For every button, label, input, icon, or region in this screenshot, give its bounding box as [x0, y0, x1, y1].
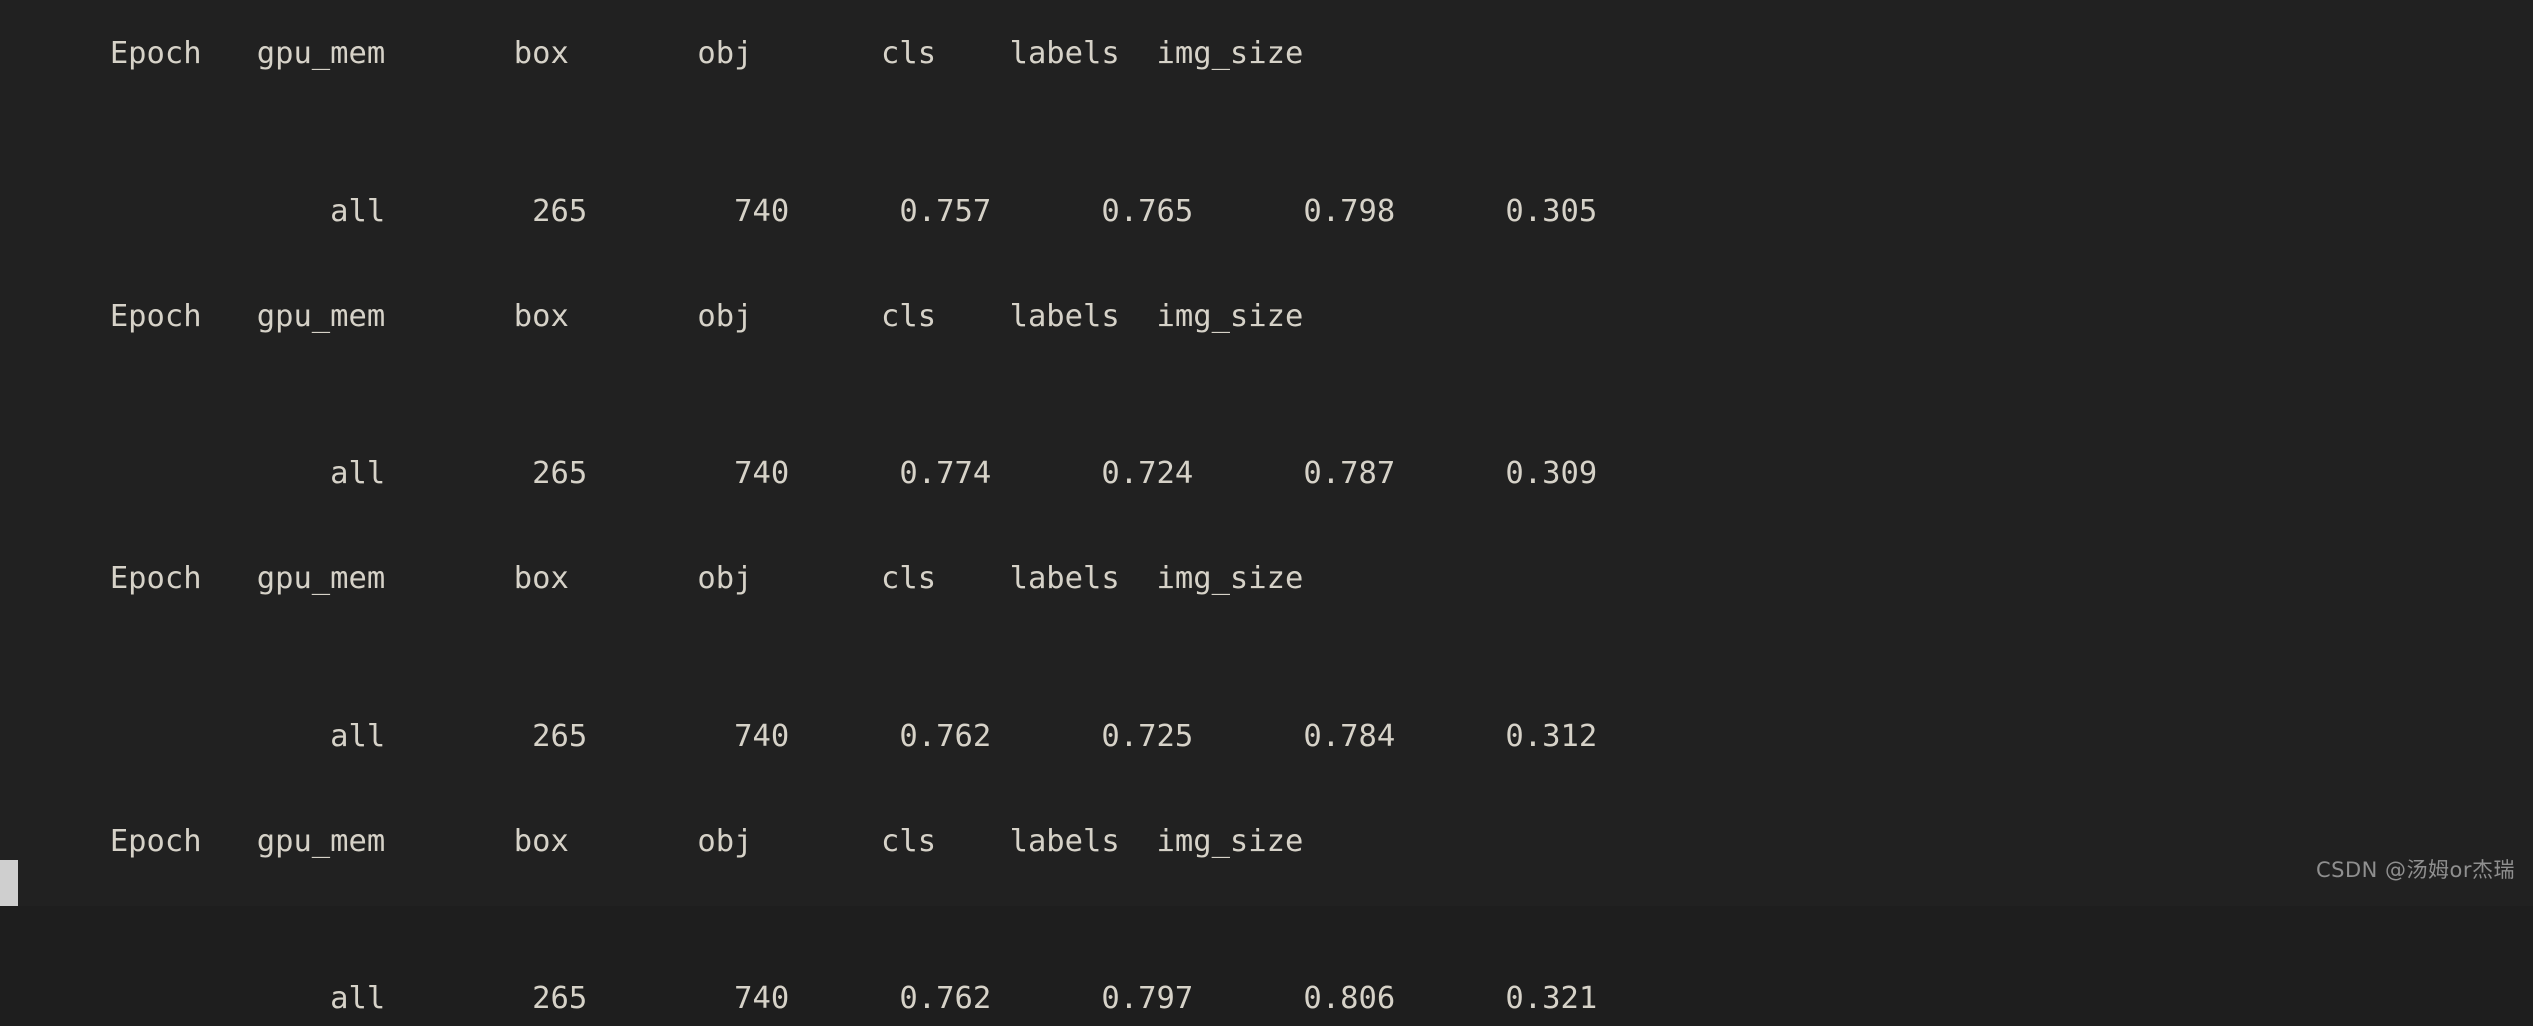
val-header-row: Class Images Labels P R mAP@.5 mAP@.5:.9…	[0, 658, 2533, 711]
horizontal-scrollbar-thumb[interactable]	[0, 860, 18, 906]
train-header-row: Epoch gpu_mem box obj cls labels img_siz…	[18, 36, 1304, 71]
train-header-row: Epoch gpu_mem box obj cls labels img_siz…	[18, 823, 1304, 859]
val-header-row: Class Images Labels P R mAP@.5 mAP@.5:.9…	[0, 396, 2533, 449]
val-header-row: Class Images Labels P R mAP@.5 mAP@.5:.9…	[0, 921, 2533, 974]
train-progress-row: 29/999 17.8G 0.005493 0.008948 5.901e-05…	[0, 606, 2533, 659]
train-header-row: Epoch gpu_mem box obj cls labels img_siz…	[18, 298, 1304, 334]
val-metrics-row: all 265 740 0.762 0.725 0.784 0.312	[18, 718, 1598, 754]
val-header-row: Class Images Labels P R mAP@.5 mAP@.5:.9…	[0, 133, 2533, 186]
train-progress-row: 27/999 17.8G 0.005426 0.008801 6.247e-05…	[0, 81, 2533, 134]
train-progress-row: 30/999 17.8G 0.005725 0.009296 6.667e-05…	[0, 868, 2533, 921]
train-header-row: Epoch gpu_mem box obj cls labels img_siz…	[18, 561, 1304, 596]
val-metrics-row: all 265 740 0.762 0.797 0.806 0.321	[18, 981, 1598, 1016]
train-progress-row: 28/999 17.8G 0.005551 0.009048 5.95e-05 …	[0, 343, 2533, 396]
val-metrics-row: all 265 740 0.774 0.724 0.787 0.309	[18, 456, 1598, 491]
terminal-window[interactable]: Epoch gpu_mem box obj cls labels img_siz…	[0, 0, 2533, 1016]
csdn-watermark: CSDN @汤姆or杰瑞	[2315, 857, 2515, 882]
val-metrics-row: all 265 740 0.757 0.765 0.798 0.305	[18, 193, 1598, 229]
